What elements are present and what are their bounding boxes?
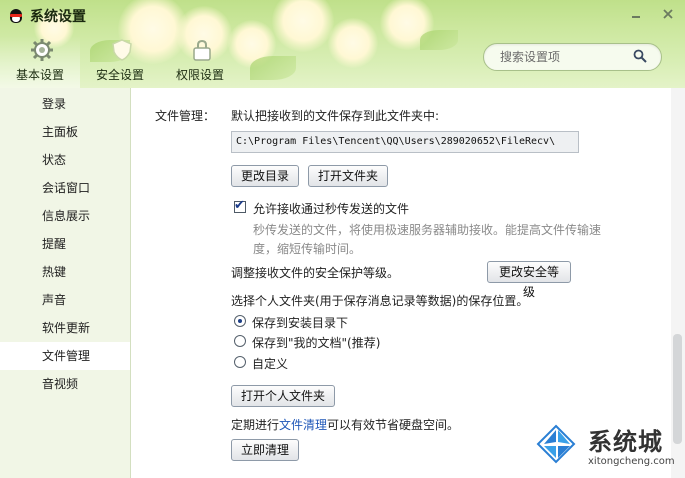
sidebar-item-main-panel[interactable]: 主面板 <box>0 118 130 146</box>
cleanup-prefix: 定期进行 <box>231 418 280 432</box>
watermark-text: 系统城 <box>588 428 663 456</box>
sidebar-item-login[interactable]: 登录 <box>0 90 130 118</box>
radio-custom-label: 自定义 <box>252 357 289 371</box>
lock-icon <box>190 38 214 62</box>
allow-instant-transfer-checkbox[interactable]: ✔ <box>234 198 246 213</box>
title-bar: 系统设置 <box>8 6 86 26</box>
watermark: 系统城 xitongcheng.com <box>522 418 682 476</box>
sidebar-item-hotkeys[interactable]: 热键 <box>0 258 130 286</box>
instant-transfer-hint-2: 度，缩短传输时间。 <box>253 242 362 256</box>
tab-label: 权限设置 <box>175 68 224 82</box>
sidebar-item-audio-video[interactable]: 音视频 <box>0 370 130 398</box>
tab-security-settings[interactable]: 安全设置 <box>80 36 160 88</box>
sidebar-item-software-update[interactable]: 软件更新 <box>0 314 130 342</box>
cleanup-desc: 定期进行文件清理可以有效节省硬盘空间。 <box>231 416 459 433</box>
window-title: 系统设置 <box>30 9 86 25</box>
open-personal-folder-button[interactable]: 打开个人文件夹 <box>231 385 335 407</box>
clean-now-button[interactable]: 立即清理 <box>231 439 299 461</box>
instant-transfer-hint: 秒传发送的文件，将使用极速服务器辅助接收。能提高文件传输速 <box>253 223 602 237</box>
sidebar-item-file-management[interactable]: 文件管理 <box>0 342 130 370</box>
search-icon[interactable] <box>633 49 647 63</box>
sidebar-item-chat-window[interactable]: 会话窗口 <box>0 174 130 202</box>
sidebar-item-sound[interactable]: 声音 <box>0 286 130 314</box>
sidebar-item-info-display[interactable]: 信息展示 <box>0 202 130 230</box>
tab-label: 基本设置 <box>15 68 64 82</box>
tab-label: 安全设置 <box>95 68 144 82</box>
radio-my-documents-label: 保存到"我的文档"(推荐) <box>252 336 381 350</box>
search-box[interactable] <box>483 43 662 71</box>
search-input[interactable] <box>498 49 642 65</box>
cleanup-suffix: 可以有效节省硬盘空间。 <box>327 418 460 432</box>
minimize-icon[interactable] <box>627 6 645 22</box>
shield-icon <box>110 38 134 62</box>
allow-instant-transfer-label: 允许接收通过秒传发送的文件 <box>253 202 410 216</box>
sidebar-item-status[interactable]: 状态 <box>0 146 130 174</box>
sidebar-item-reminder[interactable]: 提醒 <box>0 230 130 258</box>
file-cleanup-link[interactable]: 文件清理 <box>279 418 327 432</box>
gear-icon <box>30 38 54 62</box>
security-level-desc: 调整接收文件的安全保护等级。 <box>231 266 400 280</box>
watermark-domain: xitongcheng.com <box>588 456 675 467</box>
receive-path-field[interactable]: C:\Program Files\Tencent\QQ\Users\289020… <box>231 131 579 153</box>
checkmark-icon: ✔ <box>234 198 245 213</box>
section-label: 文件管理： <box>155 109 216 123</box>
sidebar: 登录 主面板 状态 会话窗口 信息展示 提醒 热键 声音 软件更新 文件管理 音… <box>0 88 131 478</box>
radio-custom[interactable] <box>234 356 246 368</box>
open-folder-button[interactable]: 打开文件夹 <box>308 165 388 187</box>
close-icon[interactable] <box>659 6 677 22</box>
change-directory-button[interactable]: 更改目录 <box>231 165 299 187</box>
radio-my-documents[interactable] <box>234 335 246 347</box>
radio-install-dir[interactable] <box>234 315 246 327</box>
radio-install-dir-label: 保存到安装目录下 <box>252 316 349 330</box>
save-location-desc: 默认把接收到的文件保存到此文件夹中: <box>231 109 440 123</box>
change-security-level-button[interactable]: 更改安全等级 <box>487 261 571 299</box>
tab-basic-settings[interactable]: 基本设置 <box>0 36 80 88</box>
tab-permission-settings[interactable]: 权限设置 <box>160 36 240 88</box>
header-banner: 系统设置 基本设置 安全设置 权限设置 搜索设置项 <box>0 0 685 88</box>
xitongcheng-logo-icon <box>536 424 576 464</box>
qq-penguin-icon <box>8 7 24 25</box>
personal-folder-desc: 选择个人文件夹(用于保存消息记录等数据)的保存位置。 <box>231 294 529 308</box>
